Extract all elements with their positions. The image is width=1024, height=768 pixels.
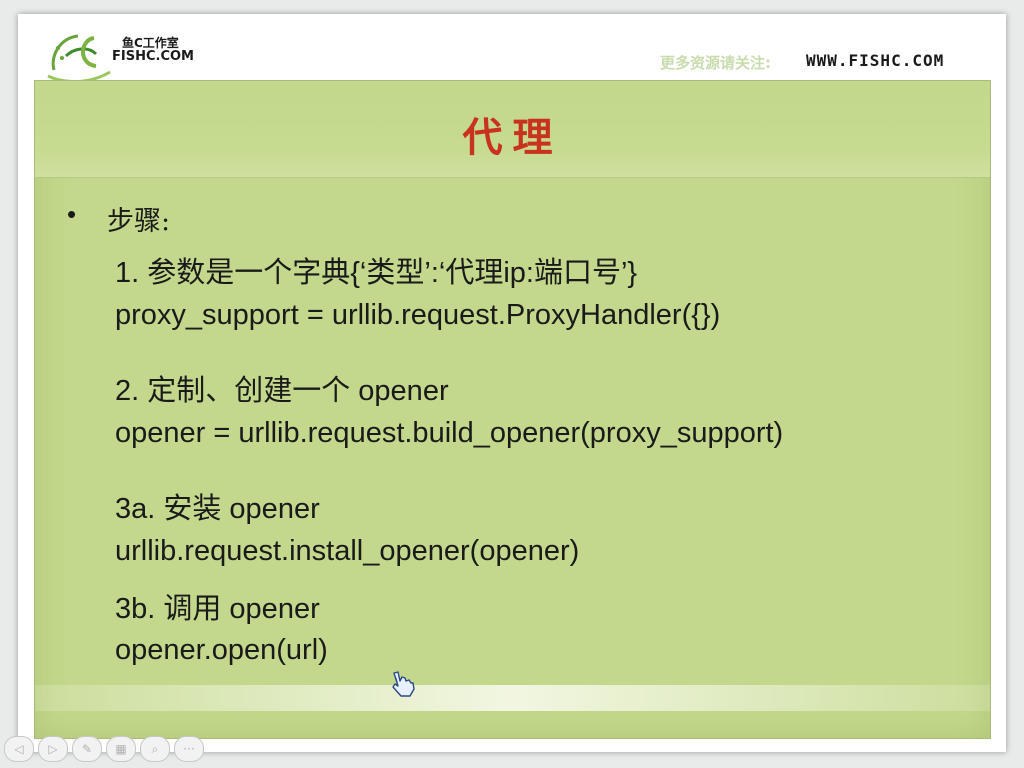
step-1-text: 1. 参数是一个字典{‘类型’:‘代理ip:端口号’} bbox=[115, 257, 638, 289]
bottom-highlight-band bbox=[35, 685, 990, 711]
title-band: 代理 bbox=[35, 81, 990, 178]
hand-cursor-icon bbox=[392, 671, 415, 697]
step-3a-code: urllib.request.install_opener(opener) bbox=[115, 535, 580, 567]
pen-tool-button[interactable]: ✎ bbox=[72, 736, 102, 762]
bullet-point: • bbox=[67, 199, 77, 229]
content-panel: 代理 • 步骤: 1. 参数是一个字典{‘类型’:‘代理ip:端口号’} pro… bbox=[34, 80, 991, 739]
fishc-logo-icon bbox=[47, 34, 111, 84]
prev-slide-button[interactable]: ◁ bbox=[4, 736, 34, 762]
zoom-button[interactable]: ⌕ bbox=[140, 736, 170, 762]
step-2-code: opener = urllib.request.build_opener(pro… bbox=[115, 417, 784, 449]
step-1-code: proxy_support = urllib.request.ProxyHand… bbox=[115, 299, 721, 331]
more-options-button[interactable]: ··· bbox=[174, 736, 204, 762]
header-note: 更多资源请关注: bbox=[660, 54, 771, 72]
presentation-viewer: 鱼C工作室 FISHC.COM 更多资源请关注: WWW.FISHC.COM 代… bbox=[0, 0, 1024, 768]
step-3a-text: 3a. 安装 opener bbox=[115, 493, 320, 525]
next-slide-button[interactable]: ▷ bbox=[38, 736, 68, 762]
logo-en-text: FISHC.COM bbox=[112, 49, 194, 64]
steps-label: 步骤: bbox=[107, 206, 171, 237]
slide-title: 代理 bbox=[462, 114, 563, 161]
header-url: WWW.FISHC.COM bbox=[806, 51, 945, 70]
player-controls: ◁ ▷ ✎ ▦ ⌕ ··· bbox=[4, 736, 204, 762]
step-3b-text: 3b. 调用 opener bbox=[115, 593, 320, 625]
step-2-text: 2. 定制、创建一个 opener bbox=[115, 375, 449, 407]
slide: 鱼C工作室 FISHC.COM 更多资源请关注: WWW.FISHC.COM 代… bbox=[18, 14, 1006, 752]
slides-overview-button[interactable]: ▦ bbox=[106, 736, 136, 762]
step-3b-code: opener.open(url) bbox=[115, 634, 328, 666]
